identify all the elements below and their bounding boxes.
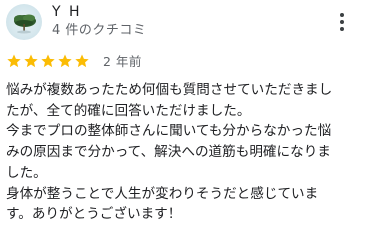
more-vert-icon[interactable]: [334, 11, 350, 33]
review-text-line: 身体が整うことで人生が変わりそうだと感じていま: [6, 185, 319, 202]
author-name[interactable]: Y H: [52, 3, 82, 21]
author-review-count: 4 件のクチコミ: [52, 23, 147, 38]
star-icon: [75, 54, 89, 68]
review-text: 悩みが複数あったため何個も質問させていただきまし たが、全て的確に回答いただけまし…: [6, 80, 374, 225]
star-icon: [58, 54, 72, 68]
review-date: 2 年前: [103, 54, 142, 69]
review-card: Y H 4 件のクチコミ 2 年前 悩みが複数あったため何個も質問させていただき…: [0, 0, 376, 243]
author-avatar[interactable]: [6, 4, 42, 40]
star-icon: [7, 54, 21, 68]
review-text-line: す。ありがとうございます！: [6, 206, 182, 223]
landscape-photo-avatar: [14, 14, 36, 34]
review-text-line: 悩みが複数あったため何個も質問させていただきまし: [6, 82, 333, 98]
review-text-line: した。: [6, 164, 47, 181]
review-text-line: 今までプロの整体師さんに聞いても分からなかった悩: [6, 123, 332, 140]
star-icon: [41, 54, 55, 68]
star-icon: [24, 54, 38, 68]
review-text-line: たが、全て的確に回答いただけました。: [6, 102, 251, 119]
review-text-line: みの原因まで分かって、解決への道筋も明確になりま: [6, 144, 331, 161]
star-rating: [6, 52, 91, 70]
